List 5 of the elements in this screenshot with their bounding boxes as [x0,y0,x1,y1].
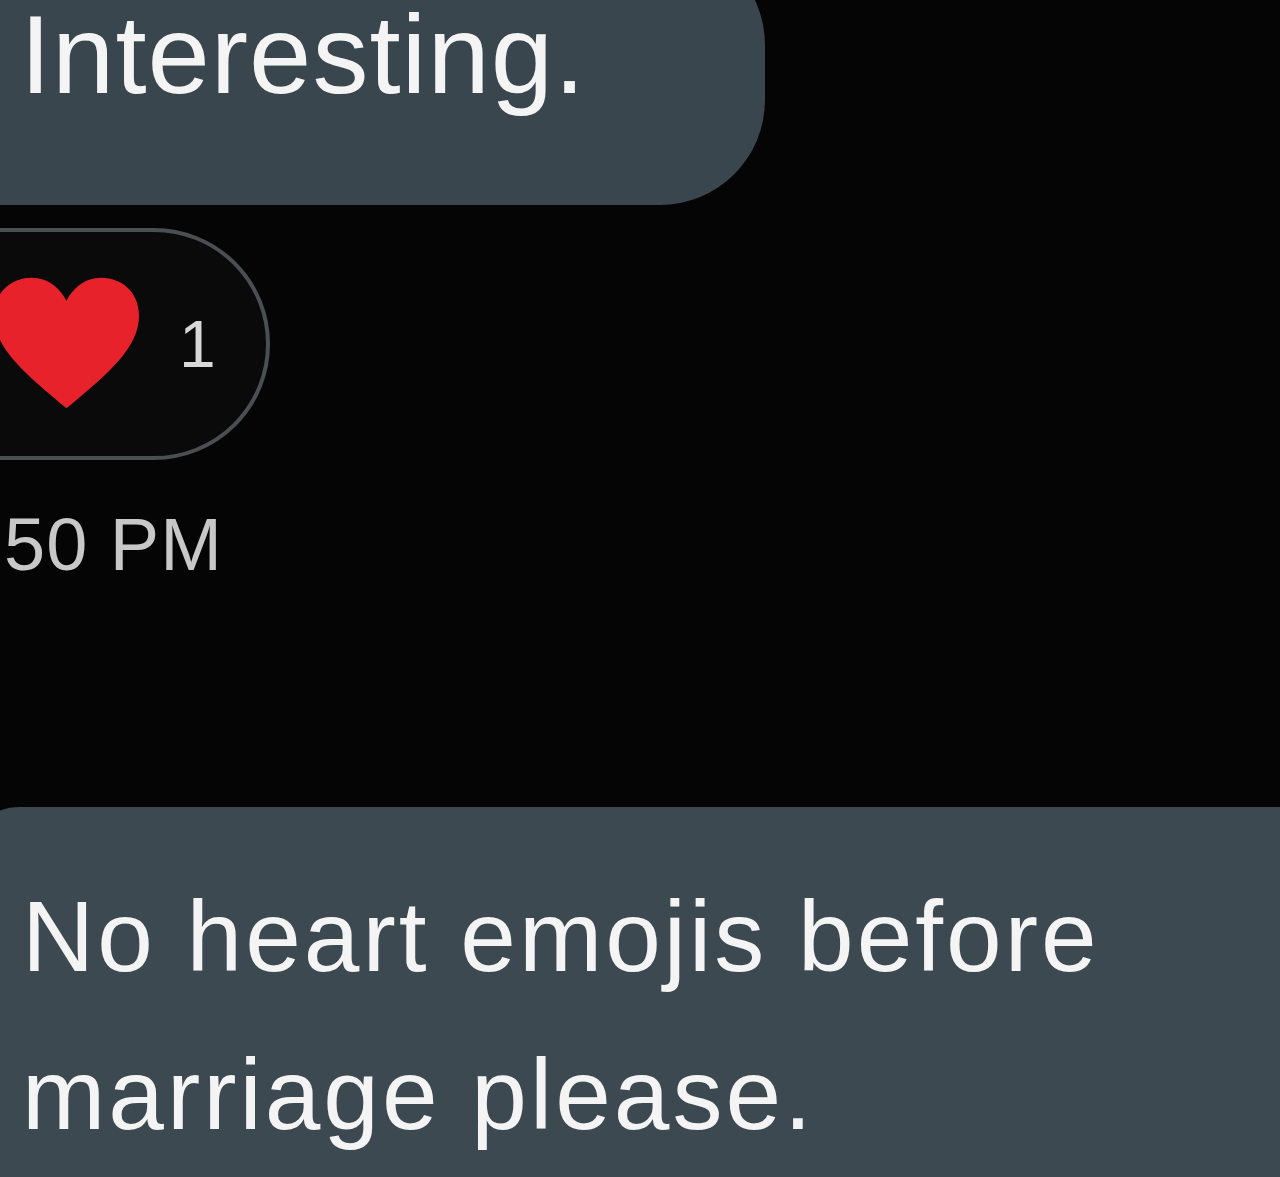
message-text: Interesting. [20,0,587,117]
message-time: 50 PM [4,502,224,587]
reaction-pill[interactable]: 1 [0,228,270,460]
message-text: No heart emojis before marriage please. [22,879,1101,1152]
reaction-count: 1 [179,306,216,382]
